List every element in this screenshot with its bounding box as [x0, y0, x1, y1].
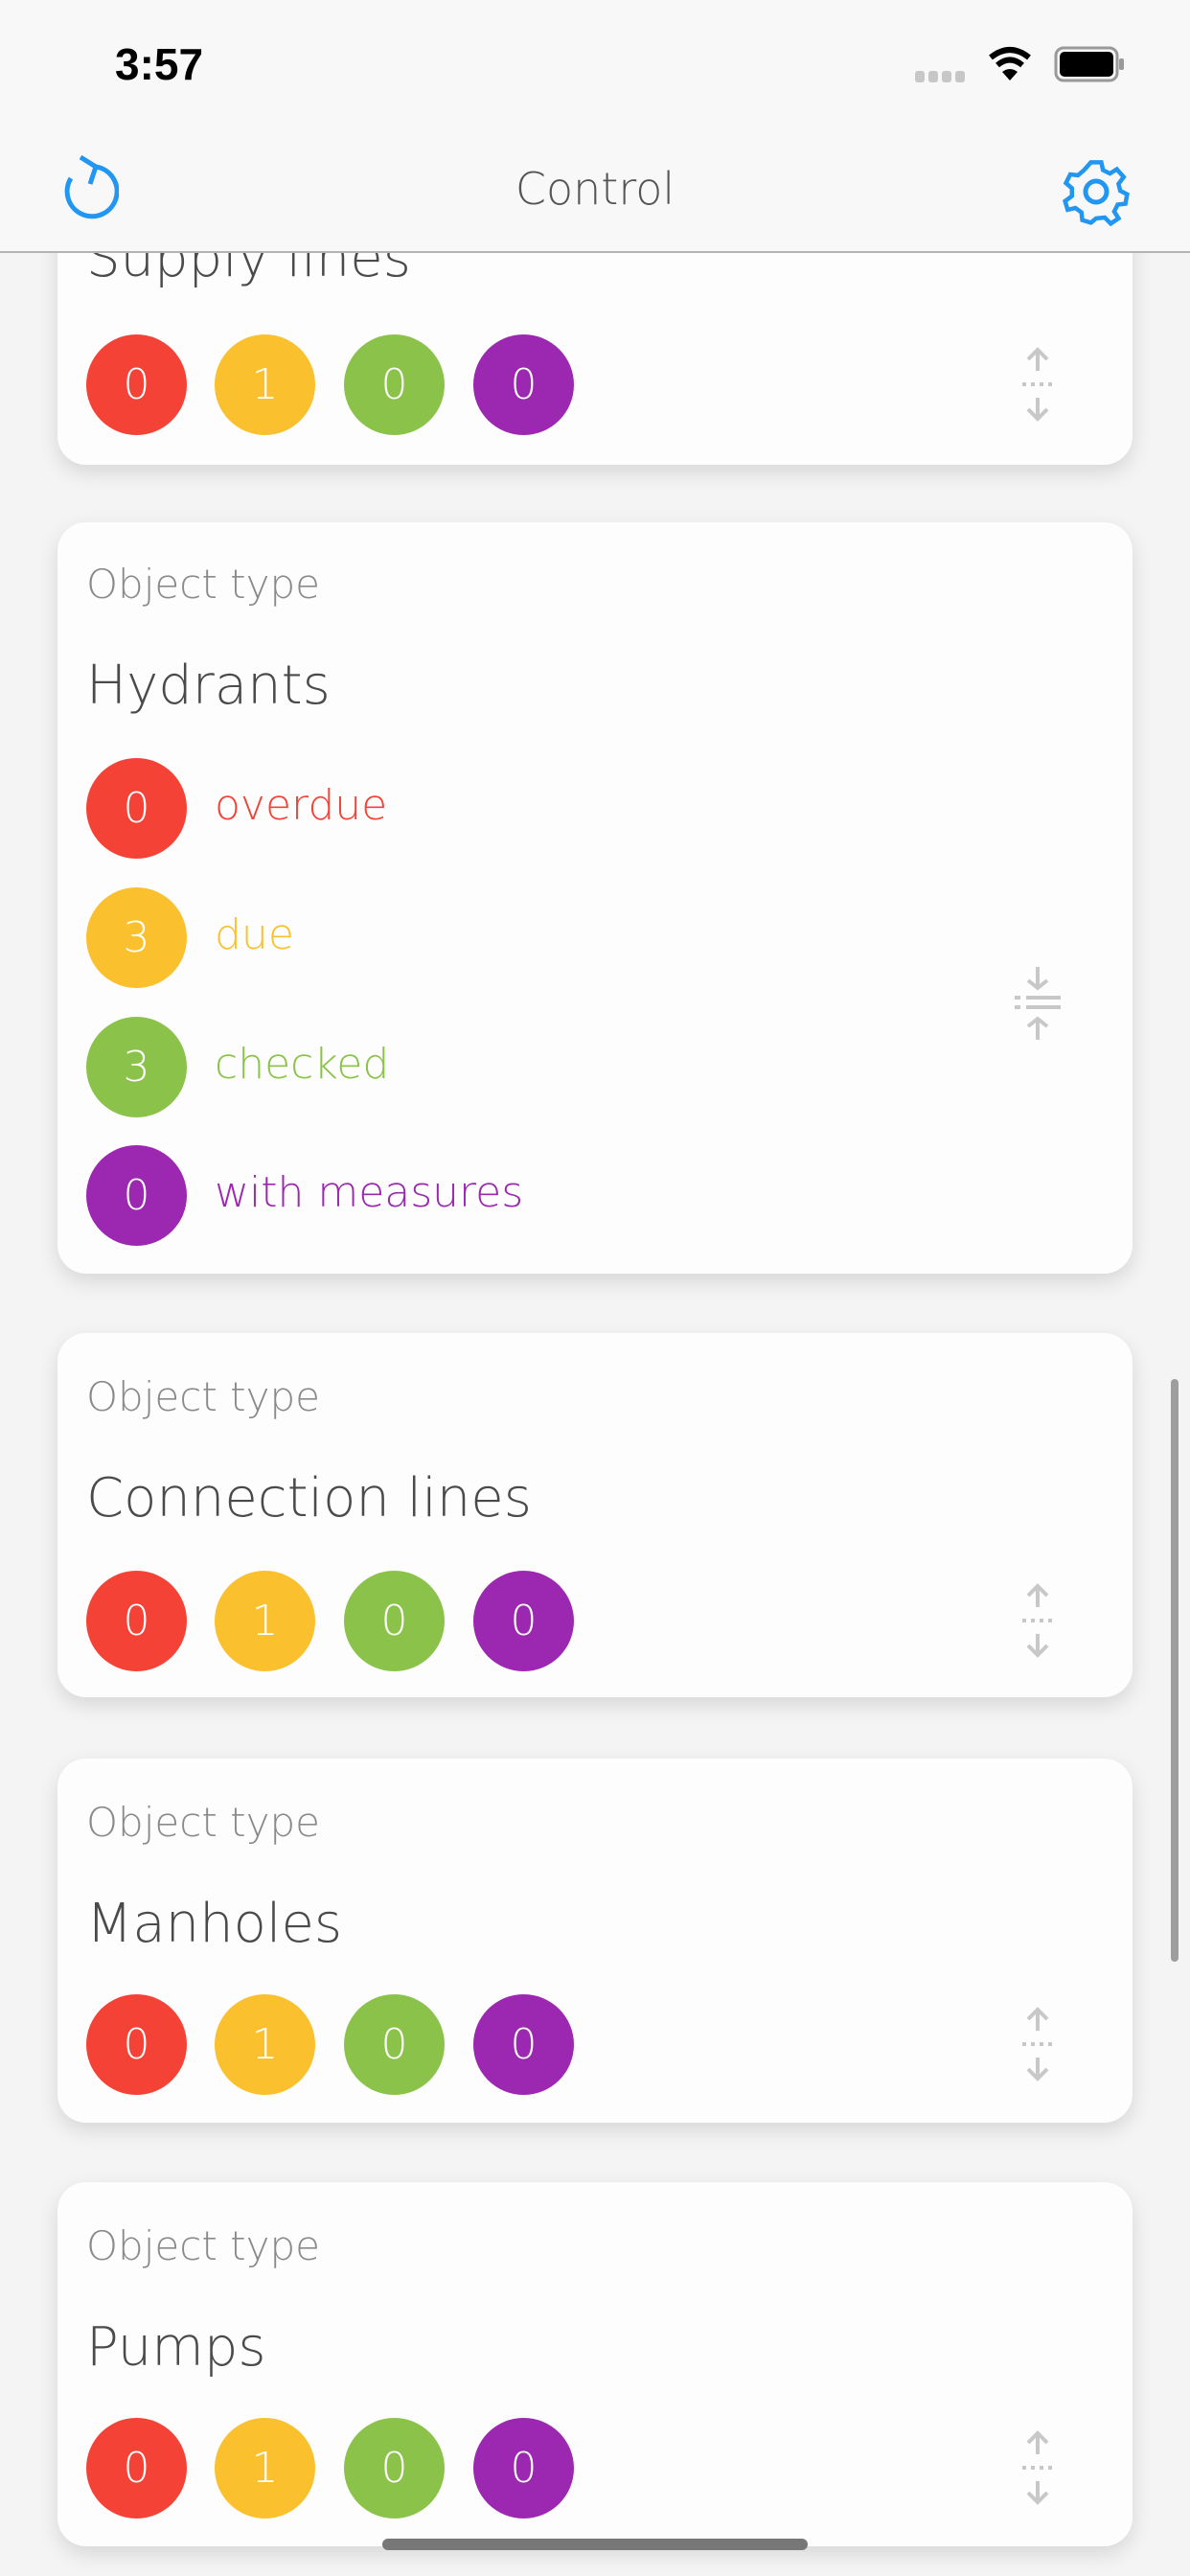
overdue-count: 0	[86, 2418, 187, 2518]
expand-icon[interactable]	[1011, 346, 1064, 423]
due-label: due	[215, 910, 294, 959]
object-title: Connection lines	[86, 1467, 532, 1530]
due-count: 1	[215, 2418, 315, 2518]
measures-count: 0	[473, 1994, 574, 2095]
page-title: Control	[515, 163, 675, 215]
object-type-label: Object type	[86, 1799, 320, 1846]
overdue-count: 0	[86, 758, 187, 859]
object-card-connection-lines[interactable]: Object type Connection lines 0 1 0 0	[57, 1333, 1133, 1697]
status-bar: 3:57	[0, 0, 1190, 134]
nav-bar: Control	[0, 134, 1190, 253]
expand-icon[interactable]	[1011, 1582, 1064, 1659]
checked-label: checked	[215, 1040, 390, 1089]
gear-icon	[1062, 160, 1130, 227]
collapse-icon[interactable]	[1011, 965, 1064, 1042]
checked-count: 0	[344, 2418, 445, 2518]
object-title: Hydrants	[86, 655, 331, 717]
checked-count: 0	[344, 1571, 445, 1671]
measures-count: 0	[473, 1571, 574, 1671]
object-card-pumps[interactable]: Object type Pumps 0 1 0 0	[57, 2182, 1133, 2546]
scrollbar[interactable]	[1171, 1379, 1179, 1962]
expand-icon[interactable]	[1011, 2429, 1064, 2506]
due-count: 1	[215, 1571, 315, 1671]
measures-label: with measures	[215, 1168, 524, 1217]
expand-icon[interactable]	[1011, 2006, 1064, 2082]
due-count: 1	[215, 1994, 315, 2095]
signal-icon	[915, 71, 965, 82]
home-indicator[interactable]	[382, 2539, 808, 2550]
overdue-count: 0	[86, 1571, 187, 1671]
measures-count: 0	[86, 1145, 187, 1246]
settings-button[interactable]	[1058, 153, 1134, 230]
overdue-label: overdue	[215, 781, 388, 830]
due-count: 3	[86, 887, 187, 988]
object-card-hydrants[interactable]: Object type Hydrants 0 overdue 3 due 3 c…	[57, 522, 1133, 1274]
due-count: 1	[215, 334, 315, 435]
object-card-manholes[interactable]: Object type Manholes 0 1 0 0	[57, 1759, 1133, 2123]
overdue-count: 0	[86, 334, 187, 435]
checked-count: 3	[86, 1017, 187, 1117]
battery-icon	[1054, 46, 1124, 82]
status-time: 3:57	[115, 39, 204, 89]
wifi-icon	[989, 47, 1031, 80]
object-type-label: Object type	[86, 1373, 320, 1420]
object-type-label: Object type	[86, 2222, 320, 2269]
overdue-count: 0	[86, 1994, 187, 2095]
object-title: Pumps	[86, 2316, 266, 2379]
measures-count: 0	[473, 2418, 574, 2518]
checked-count: 0	[344, 1994, 445, 2095]
object-title: Manholes	[86, 1893, 343, 1955]
object-type-label: Object type	[86, 561, 320, 608]
checked-count: 0	[344, 334, 445, 435]
measures-count: 0	[473, 334, 574, 435]
